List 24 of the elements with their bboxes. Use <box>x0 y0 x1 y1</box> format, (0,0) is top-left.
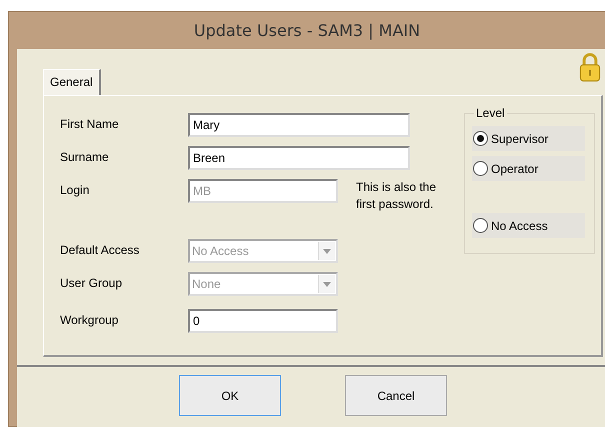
field-label: Workgroup <box>60 312 120 327</box>
group-title: Level <box>475 106 506 120</box>
input-field[interactable]: Breen <box>188 146 410 170</box>
hint-text: This is also the first password. <box>356 179 438 213</box>
field-label: First Name <box>60 116 120 131</box>
field-label: Login <box>60 182 90 197</box>
caret-icon <box>323 248 331 254</box>
padlock-icon <box>579 51 601 83</box>
dialog-button[interactable]: Cancel <box>345 375 447 416</box>
tab[interactable]: General <box>43 69 101 95</box>
input-field[interactable]: Mary <box>188 113 410 137</box>
field-label: User Group <box>60 275 124 290</box>
radio-button[interactable] <box>473 161 488 176</box>
radio-button[interactable] <box>473 218 488 233</box>
radio-option[interactable]: Operator <box>472 156 585 181</box>
input-field[interactable]: 0 <box>188 309 338 333</box>
radio-option[interactable]: Supervisor <box>472 126 585 151</box>
radio-option[interactable]: No Access <box>472 213 585 238</box>
field-label: Default Access <box>60 242 140 257</box>
caret-icon <box>323 282 331 286</box>
radio-button[interactable] <box>473 131 488 146</box>
field-label: Surname <box>60 149 110 164</box>
window-title: Update Users - SAM3 | MAIN <box>194 21 420 40</box>
dialog-button[interactable]: OK <box>179 375 281 416</box>
